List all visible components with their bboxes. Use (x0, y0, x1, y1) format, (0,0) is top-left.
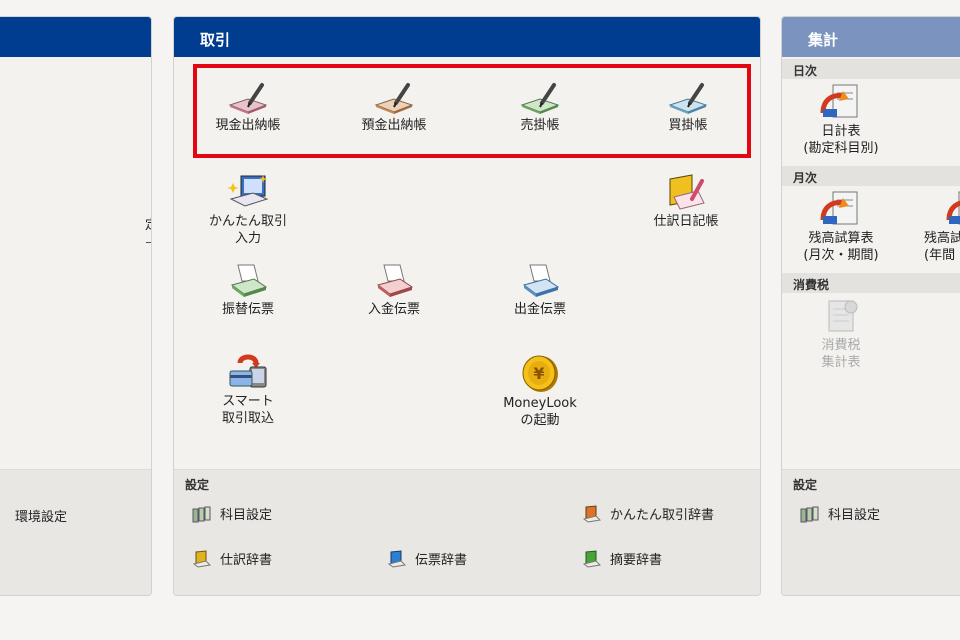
consumption-tax-icon (828, 300, 858, 332)
account-settings-link[interactable]: 科目設定 (192, 504, 272, 523)
journal-tile[interactable]: 仕訳日記帳 (636, 173, 736, 230)
transactions-header: 取引 (174, 17, 760, 57)
summary-dict-icon (582, 549, 602, 568)
slip-dict-link[interactable]: 伝票辞書 (387, 549, 467, 568)
moneylook-coin-icon: ¥ (522, 355, 558, 392)
trial-balance-tile[interactable]: 残高試算表 (月次・期間) (786, 190, 896, 264)
journal-dict-link[interactable]: 仕訳辞書 (192, 549, 272, 568)
receipt-slip-label: 入金伝票 (367, 302, 420, 317)
aggregate-account-settings-link[interactable]: 科目設定 (800, 504, 880, 523)
daily-section-label: 日次 (782, 59, 960, 79)
easy-dict-icon (582, 504, 602, 523)
daily-report-tile[interactable]: 日計表 (勘定科目別) (786, 83, 896, 157)
account-settings-icon (192, 506, 211, 522)
tax-section-label: 消費税 (782, 273, 960, 293)
easy-dict-label: かんたん取引辞書 (610, 508, 715, 523)
environment-settings-label: 環境設定 (15, 510, 68, 525)
aggregate-settings-label: 設定 (793, 478, 818, 492)
aggregate-header: 集計 (782, 17, 960, 57)
summary-dict-link[interactable]: 摘要辞書 (582, 549, 662, 568)
transactions-settings-footer: 設定 科目設定 かんたん取引辞書 仕訳辞書 伝票辞書 摘要辞書 (174, 469, 760, 595)
moneylook-tile[interactable]: ¥ MoneyLook の起動 (490, 353, 590, 429)
journal-dict-label: 仕訳辞書 (220, 553, 273, 568)
smart-import-label: スマート 取引取込 (221, 394, 274, 426)
aggregate-settings-footer: 設定 科目設定 (782, 469, 960, 595)
easy-entry-tile[interactable]: かんたん取引 入力 (198, 173, 298, 247)
book-row-highlight (193, 64, 751, 158)
aggregate-title: 集計 (808, 31, 839, 49)
easy-entry-icon (227, 175, 269, 207)
left-panel: 定 ー 環境設定 (0, 16, 152, 596)
left-panel-footer: 環境設定 (0, 469, 151, 595)
partial-text-1: 定 (145, 218, 151, 233)
account-settings-icon (800, 506, 819, 522)
daily-report-label: 日計表 (勘定科目別) (803, 124, 879, 156)
slip-dict-icon (387, 549, 407, 568)
journal-label: 仕訳日記帳 (653, 214, 719, 229)
slip-dict-label: 伝票辞書 (415, 553, 468, 568)
transactions-title: 取引 (200, 31, 231, 49)
receipt-slip-icon (376, 264, 414, 297)
smart-import-icon (229, 354, 267, 388)
transactions-settings-label: 設定 (185, 478, 210, 492)
payment-slip-tile[interactable]: 出金伝票 (490, 263, 590, 318)
transfer-slip-icon (230, 264, 268, 297)
consumption-tax-tile: 消費税 集計表 (786, 297, 896, 371)
payment-slip-icon (522, 264, 560, 297)
easy-entry-label: かんたん取引 入力 (208, 214, 287, 246)
trial-balance-annual-tile[interactable]: 残高試 (年間 (912, 190, 960, 264)
partial-text-2: ー (145, 239, 151, 249)
transfer-slip-label: 振替伝票 (221, 302, 274, 317)
left-panel-header (0, 17, 151, 57)
svg-text:¥: ¥ (533, 364, 544, 383)
environment-settings-link[interactable]: 環境設定 (15, 506, 67, 525)
summary-dict-label: 摘要辞書 (610, 553, 663, 568)
account-settings-label: 科目設定 (220, 508, 273, 523)
left-panel-partial-text: 定 ー (145, 217, 151, 253)
moneylook-label: MoneyLook の起動 (503, 396, 577, 428)
transfer-slip-tile[interactable]: 振替伝票 (198, 263, 298, 318)
trial-balance-annual-icon (946, 191, 960, 225)
receipt-slip-tile[interactable]: 入金伝票 (344, 263, 444, 318)
payment-slip-label: 出金伝票 (513, 302, 566, 317)
journal-dict-icon (192, 549, 212, 568)
consumption-tax-label: 消費税 集計表 (821, 338, 861, 370)
easy-dict-link[interactable]: かんたん取引辞書 (582, 504, 714, 523)
aggregate-panel: 集計 日次 日計表 (勘定科目別) 月次 残高試算表 (月次・期間) 残高試 (… (781, 16, 960, 596)
monthly-section-label: 月次 (782, 166, 960, 186)
aggregate-account-settings-label: 科目設定 (828, 508, 881, 523)
trial-balance-icon (820, 191, 858, 225)
trial-balance-annual-label: 残高試 (年間 (924, 231, 960, 263)
trial-balance-label: 残高試算表 (月次・期間) (803, 231, 879, 263)
daily-report-icon (820, 84, 858, 118)
journal-icon (669, 174, 705, 210)
smart-import-tile[interactable]: スマート 取引取込 (198, 353, 298, 427)
